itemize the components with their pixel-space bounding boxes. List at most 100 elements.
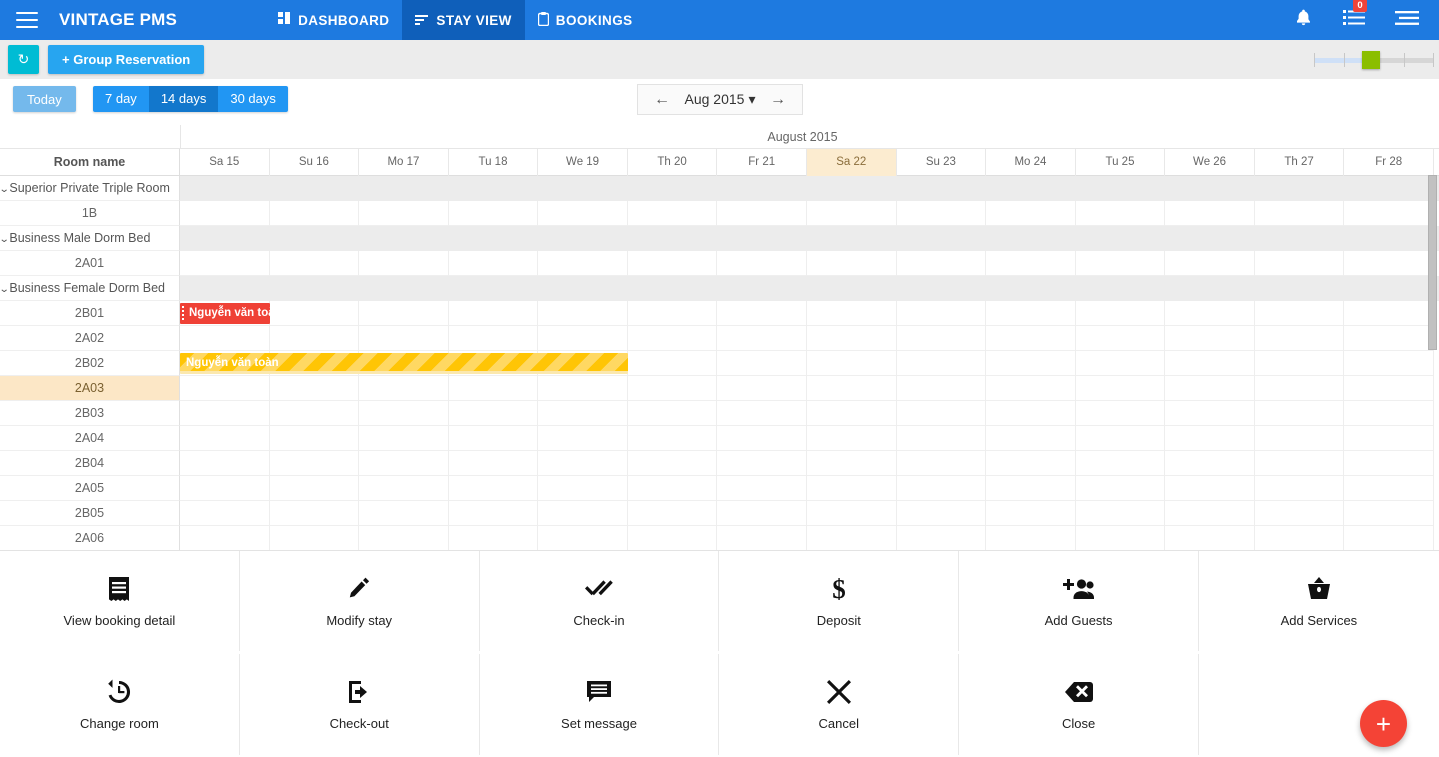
calendar-cell[interactable]: [807, 501, 897, 526]
calendar-cell[interactable]: [986, 301, 1076, 326]
calendar-cell[interactable]: [717, 326, 807, 351]
calendar-cell[interactable]: [807, 251, 897, 276]
calendar-cell[interactable]: [1255, 401, 1345, 426]
calendar-cell[interactable]: [717, 251, 807, 276]
calendar-cell[interactable]: [1344, 301, 1434, 326]
calendar-cell[interactable]: [897, 426, 987, 451]
calendar-cell[interactable]: [1255, 526, 1345, 550]
room-label[interactable]: 2A06: [0, 526, 180, 550]
action-cancel[interactable]: Cancel: [719, 654, 959, 755]
add-floating-action-button[interactable]: +: [1360, 700, 1407, 747]
room-row[interactable]: 2B01Nguyễn văn toàn: [0, 301, 1439, 326]
calendar-cell[interactable]: [1165, 201, 1255, 226]
room-label[interactable]: 2A03: [0, 376, 180, 401]
action-add-guests[interactable]: Add Guests: [959, 551, 1199, 651]
calendar-cell[interactable]: [1076, 351, 1166, 376]
calendar-cell[interactable]: [270, 501, 360, 526]
calendar-cell[interactable]: [359, 376, 449, 401]
room-label[interactable]: 2A02: [0, 326, 180, 351]
calendar-cell[interactable]: [359, 451, 449, 476]
room-label[interactable]: 2A01: [0, 251, 180, 276]
calendar-cell[interactable]: [359, 201, 449, 226]
today-button[interactable]: Today: [13, 86, 76, 112]
action-modify-stay[interactable]: Modify stay: [240, 551, 480, 651]
calendar-cell[interactable]: [270, 476, 360, 501]
calendar-cell[interactable]: [538, 451, 628, 476]
calendar-cell[interactable]: [1344, 251, 1434, 276]
calendar-cell[interactable]: [897, 251, 987, 276]
action-view-booking-detail[interactable]: View booking detail: [0, 551, 240, 651]
calendar-cell[interactable]: [628, 426, 718, 451]
calendar-cell[interactable]: [270, 201, 360, 226]
calendar-cell[interactable]: [538, 401, 628, 426]
calendar-cell[interactable]: [538, 476, 628, 501]
room-row[interactable]: 2B04: [0, 451, 1439, 476]
calendar-cell[interactable]: [1076, 501, 1166, 526]
chevron-down-icon[interactable]: ⌄: [0, 277, 10, 301]
calendar-cell[interactable]: [538, 526, 628, 550]
calendar-cell[interactable]: [717, 526, 807, 550]
range-30-days-button[interactable]: 30 days: [218, 86, 288, 112]
calendar-cell[interactable]: [1165, 351, 1255, 376]
room-row[interactable]: 2B03: [0, 401, 1439, 426]
calendar-cell[interactable]: [1076, 251, 1166, 276]
calendar-cell[interactable]: [1344, 351, 1434, 376]
calendar-cell[interactable]: [270, 301, 360, 326]
room-group-label[interactable]: ⌄Superior Private Triple Room: [0, 176, 180, 201]
calendar-cell[interactable]: [1255, 326, 1345, 351]
calendar-cell[interactable]: [807, 201, 897, 226]
nav-tab-stay-view[interactable]: STAY VIEW: [402, 0, 524, 40]
room-row[interactable]: 2A04: [0, 426, 1439, 451]
calendar-cell[interactable]: [270, 251, 360, 276]
room-label[interactable]: 1B: [0, 201, 180, 226]
calendar-cell[interactable]: [897, 501, 987, 526]
calendar-cell[interactable]: [270, 326, 360, 351]
calendar-cell[interactable]: [449, 526, 539, 550]
room-group-label[interactable]: ⌄Business Male Dorm Bed: [0, 226, 180, 251]
range-7-day-button[interactable]: 7 day: [93, 86, 149, 112]
day-header-cell[interactable]: Fr 28: [1344, 149, 1434, 176]
calendar-cell[interactable]: [807, 326, 897, 351]
calendar-cell[interactable]: [717, 351, 807, 376]
chevron-down-icon[interactable]: ⌄: [0, 227, 10, 251]
calendar-cell[interactable]: [807, 451, 897, 476]
calendar-cell[interactable]: [359, 326, 449, 351]
day-header-cell[interactable]: Mo 24: [986, 149, 1076, 176]
room-row[interactable]: 2A01: [0, 251, 1439, 276]
calendar-cell[interactable]: [717, 426, 807, 451]
calendar-cell[interactable]: [538, 326, 628, 351]
calendar-cell[interactable]: [1076, 451, 1166, 476]
calendar-cell[interactable]: [986, 451, 1076, 476]
calendar-cell[interactable]: [807, 376, 897, 401]
calendar-cell[interactable]: [270, 426, 360, 451]
calendar-cell[interactable]: [628, 501, 718, 526]
calendar-cell[interactable]: [807, 526, 897, 550]
calendar-cell[interactable]: [1344, 426, 1434, 451]
calendar-cell[interactable]: [1344, 476, 1434, 501]
next-month-arrow-icon[interactable]: →: [770, 91, 786, 109]
calendar-cell[interactable]: [717, 476, 807, 501]
calendar-cell[interactable]: [1255, 451, 1345, 476]
calendar-cell[interactable]: [986, 501, 1076, 526]
calendar-cell[interactable]: [1076, 476, 1166, 501]
calendar-cell[interactable]: [1165, 476, 1255, 501]
calendar-cell[interactable]: [359, 401, 449, 426]
calendar-cell[interactable]: [538, 251, 628, 276]
calendar-cell[interactable]: [628, 201, 718, 226]
zoom-slider-handle[interactable]: [1362, 51, 1380, 69]
calendar-cell[interactable]: [449, 451, 539, 476]
calendar-cell[interactable]: [538, 501, 628, 526]
room-label[interactable]: 2B05: [0, 501, 180, 526]
room-row[interactable]: 1B: [0, 201, 1439, 226]
calendar-cell[interactable]: [359, 301, 449, 326]
calendar-cell[interactable]: [1165, 401, 1255, 426]
calendar-cell[interactable]: [986, 376, 1076, 401]
calendar-cell[interactable]: [807, 351, 897, 376]
calendar-cell[interactable]: [717, 201, 807, 226]
calendar-cell[interactable]: [628, 301, 718, 326]
calendar-cell[interactable]: [628, 376, 718, 401]
day-header-cell[interactable]: Sa 15: [180, 149, 270, 176]
menu-lines-icon[interactable]: [1395, 10, 1419, 31]
calendar-cell[interactable]: [270, 526, 360, 550]
calendar-cell[interactable]: [628, 451, 718, 476]
